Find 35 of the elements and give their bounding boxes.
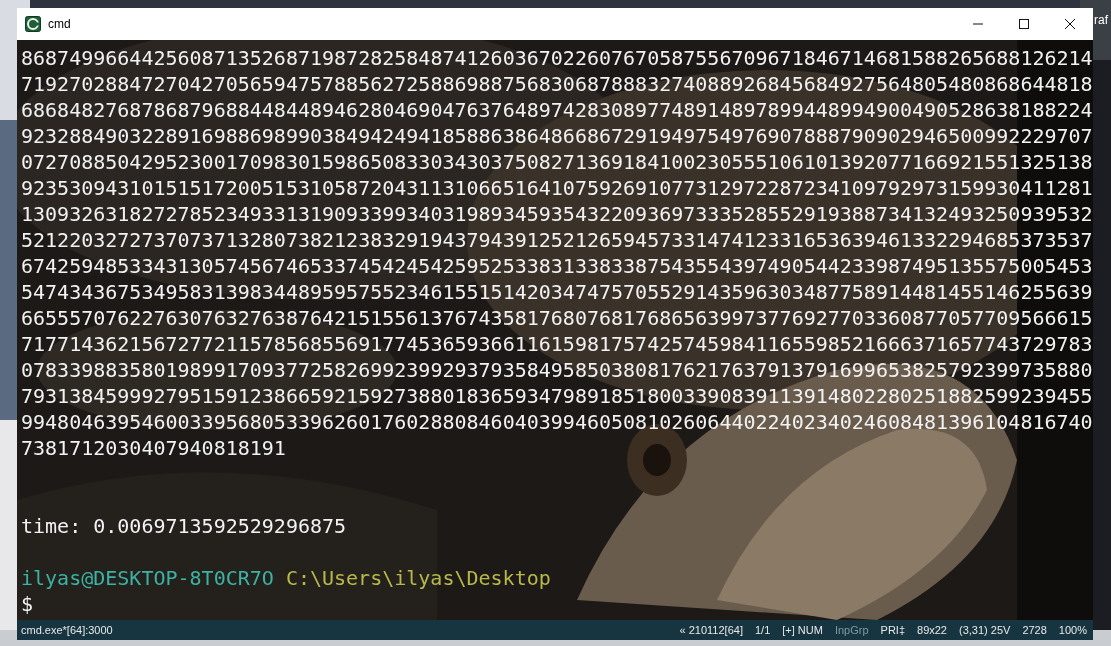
status-item: (3,31) 25V <box>959 624 1011 636</box>
output-line: 71771436215672772115785685569177453659366116159817574257459841165598521666371657743729783 <box>21 331 1093 357</box>
output-line: 7381712030407940818191 <box>21 435 286 461</box>
output-line: time: 0.0069713592529296875 <box>21 513 347 539</box>
maximize-icon <box>1019 19 1029 29</box>
close-icon <box>1065 19 1075 29</box>
output-line: 79313845999279515912386659215927388018365934798918518003390839113914802280251882599239455 <box>21 383 1093 409</box>
window-title: cmd <box>48 17 71 31</box>
status-item: PRI‡ <box>880 624 905 636</box>
output-line: 52122032727370737132807382123832919437943912521265945733147412331653639461332294685373537 <box>21 227 1093 253</box>
output-line: 07270885042952300170983015986508330343037508271369184100230555106101392077166921551325138 <box>21 149 1093 175</box>
output-line: 13093263182727852349331319093399340319893459354322093697333528552919388734132493250939532 <box>21 201 1093 227</box>
output-line: 99480463954600339568053396260176028808460403994605081026064402240234024608481396104816740 <box>21 409 1093 435</box>
output-line: 07833988358019899170937725826992399293793584958503808176217637913791699653825792399735880 <box>21 357 1093 383</box>
status-item: 2728 <box>1022 624 1047 636</box>
status-item: InpGrp <box>834 624 869 636</box>
prompt-user-host: ilyas@DESKTOP-8T0CR7O <box>21 565 274 591</box>
output-line: 54743436753495831398344895957552346155151420347475705529143596303487758914481455146255639 <box>21 279 1093 305</box>
output-line: 92353094310151517200515310587204311310665164107592691077312972287234109792973159930411281 <box>21 175 1093 201</box>
prompt-path: C:\Users\ilyas\Desktop <box>285 565 551 591</box>
status-item: « 210112[64] <box>679 624 743 636</box>
status-item: 100% <box>1058 624 1087 636</box>
output-line: 67425948533431305745674653374542454259525338313383387543554397490544233987495135575005453 <box>21 253 1093 279</box>
output-line: 86874996644256087135268719872825848741260367022607670587556709671846714681588265688126214 <box>21 45 1093 71</box>
status-item: 89x22 <box>917 624 947 636</box>
terminal-icon <box>25 16 41 32</box>
output-line: 68684827687868796884484489462804690476376489742830897748914897899448994900490528638188224 <box>21 97 1093 123</box>
prompt-symbol: $ <box>21 591 34 617</box>
output-line: 92328849032289169886989903849424941858863864866867291949754976907888790902946500992229707 <box>21 123 1093 149</box>
status-text: cmd.exe*[64]:3000 <box>21 624 113 636</box>
output-line: 71927028847270427056594757885627258869887568306878883274088926845684927564805480868644818 <box>21 71 1093 97</box>
desktop-icon-label: raf <box>1094 13 1108 27</box>
output-line: 66555707622763076327638764215155613767435817680768176865639973776927703360877057709566615 <box>21 305 1093 331</box>
status-item: [+] NUM <box>782 624 823 636</box>
status-item: 1/1 <box>754 624 771 636</box>
